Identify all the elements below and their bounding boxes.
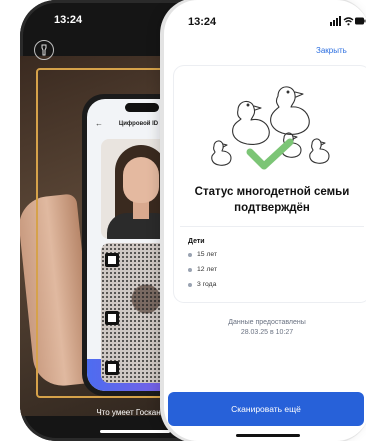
close-button[interactable]: Закрыть [316,46,347,55]
battery-icon [355,17,366,25]
signal-icon [330,16,341,26]
flashlight-icon[interactable] [34,40,54,60]
child-age: 15 лет [197,251,218,258]
result-phone: 13:24 Закрыть Статус многодетной семьи п… [164,0,366,441]
dynamic-island [125,103,159,112]
status-bar: 13:24 [164,0,366,40]
qr-corner-bottom-left [105,361,119,375]
list-item: 15 лет [188,251,217,258]
bullet-icon [188,267,192,272]
card-divider [180,226,364,227]
status-card: Статус многодетной семьи подтверждён Дет… [174,66,366,302]
data-provided-note: Данные предоставлены 28.03.25 в 10:27 [164,318,366,338]
status-title-line1: Статус многодетной семьи [194,186,350,198]
list-item: 12 лет [188,266,217,273]
home-indicator [100,430,170,433]
scanned-screen-title-text: Цифровой ID [118,121,159,128]
children-list: Дети 15 лет 12 лет 3 года [188,238,217,296]
status-title-line2: подтверждён [234,202,310,214]
children-title: Дети [188,238,205,245]
bullet-icon [188,282,192,287]
status-icons [330,16,366,26]
qr-corner-top-left [105,253,119,267]
status-title: Статус многодетной семьи подтверждён [174,184,366,216]
qr-corner-middle-left [105,311,119,325]
child-age: 3 года [197,281,217,288]
child-age: 12 лет [197,266,218,273]
scanner-status-time: 13:24 [54,14,83,26]
checkmark-icon [246,138,294,170]
list-item: 3 года [188,281,217,288]
scan-again-button[interactable]: Сканировать ещё [168,392,364,426]
provided-line1: Данные предоставлены [228,319,306,326]
provided-timestamp: 28.03.25 в 10:27 [240,329,294,336]
bullet-icon [188,252,192,257]
scanner-caption-text: Что умеет Госкан [96,408,161,417]
ducks-illustration [211,86,330,170]
wifi-icon [343,17,354,26]
status-time: 13:24 [188,16,217,28]
portrait-face [123,157,159,203]
home-indicator [236,434,300,437]
